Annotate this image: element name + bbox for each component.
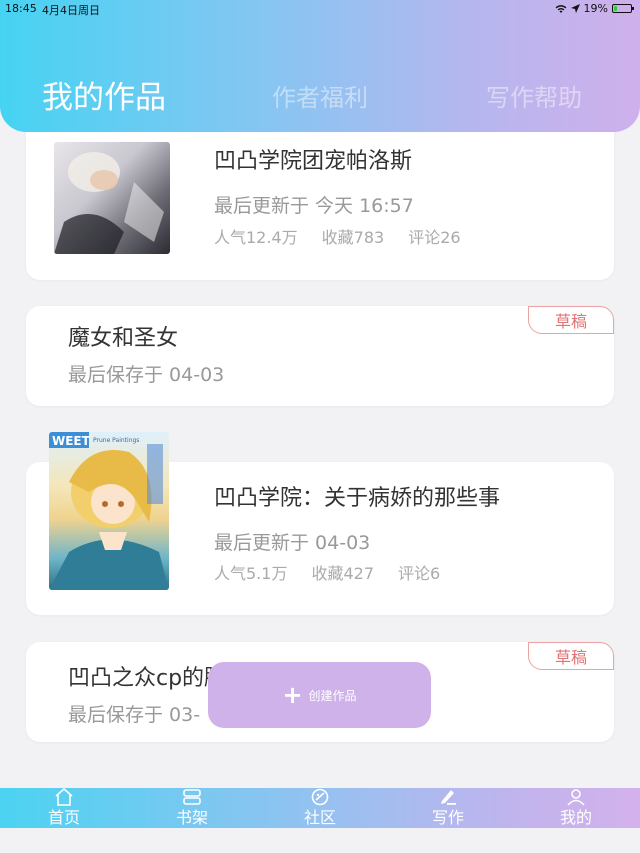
favorites-count: 收藏427 <box>311 564 374 583</box>
tab-bar: 我的作品 作者福利 写作帮助 <box>0 70 640 117</box>
work-title: 魔女和圣女 <box>68 326 179 351</box>
comments-count: 评论6 <box>398 564 441 583</box>
plus-icon: + <box>282 681 303 709</box>
work-stats: 人气12.4万 收藏783 评论26 <box>214 224 461 248</box>
bottom-nav: 首页 书架 社区 写作 我的 <box>0 788 640 828</box>
wifi-icon <box>555 4 567 14</box>
home-indicator-area <box>0 828 640 853</box>
nav-bookshelf[interactable]: 书架 <box>152 788 232 828</box>
header: 18:45 4月4日周日 19% 我的作品 作者福利 写作帮助 <box>0 0 640 132</box>
location-arrow-icon <box>570 4 580 13</box>
cover-image <box>54 142 170 254</box>
nav-profile-label: 我的 <box>559 808 592 827</box>
draft-badge: 草稿 <box>528 306 614 334</box>
work-updated: 最后更新于 今天 16:57 <box>214 195 414 217</box>
write-icon <box>441 790 456 805</box>
tab-writing-help[interactable]: 写作帮助 <box>486 78 582 113</box>
cover-image: WEET Prune Paintings <box>49 432 169 590</box>
nav-community-label: 社区 <box>303 808 336 827</box>
popularity-count: 人气5.1万 <box>214 564 288 583</box>
nav-write-label: 写作 <box>431 808 464 827</box>
battery-fill <box>614 6 617 11</box>
bookshelf-icon <box>183 789 201 805</box>
work-card[interactable]: 凹凸学院团宠帕洛斯 最后更新于 今天 16:57 人气12.4万 收藏783 评… <box>26 110 614 280</box>
create-work-button[interactable]: + 创建作品 <box>208 662 431 728</box>
nav-community[interactable]: 社区 <box>280 788 360 828</box>
status-time: 18:45 <box>5 2 37 15</box>
nav-home-label: 首页 <box>47 808 80 827</box>
nav-home[interactable]: 首页 <box>24 788 104 828</box>
work-title: 凹凸学院团宠帕洛斯 <box>214 149 413 174</box>
favorites-count: 收藏783 <box>321 228 385 247</box>
nav-bookshelf-label: 书架 <box>175 808 208 827</box>
draft-card[interactable]: 草稿 魔女和圣女 最后保存于 04-03 <box>26 306 614 406</box>
status-date: 4月4日周日 <box>42 4 100 17</box>
work-title: 凹凸学院：关于病娇的那些事 <box>214 486 501 511</box>
work-saved: 最后保存于 03- <box>68 704 201 726</box>
nav-profile[interactable]: 我的 <box>536 788 616 828</box>
tab-my-works[interactable]: 我的作品 <box>42 72 166 117</box>
home-icon <box>55 788 73 806</box>
comments-count: 评论26 <box>408 228 461 247</box>
work-updated: 最后更新于 04-03 <box>214 532 371 554</box>
profile-icon <box>567 789 585 806</box>
tab-author-benefits[interactable]: 作者福利 <box>272 78 368 113</box>
draft-badge: 草稿 <box>528 642 614 670</box>
create-work-label: 创建作品 <box>308 688 357 703</box>
battery-percent: 19% <box>583 2 608 15</box>
work-saved: 最后保存于 04-03 <box>68 364 225 386</box>
community-icon <box>311 788 329 806</box>
nav-write[interactable]: 写作 <box>408 788 488 828</box>
cover-subtext: Prune Paintings <box>93 437 139 444</box>
status-bar: 18:45 4月4日周日 19% <box>0 0 640 18</box>
battery-icon <box>612 4 634 13</box>
cover-text: WEET <box>52 434 91 448</box>
status-indicators: 19% <box>555 2 634 15</box>
popularity-count: 人气12.4万 <box>214 228 298 247</box>
work-stats: 人气5.1万 收藏427 评论6 <box>214 560 440 584</box>
